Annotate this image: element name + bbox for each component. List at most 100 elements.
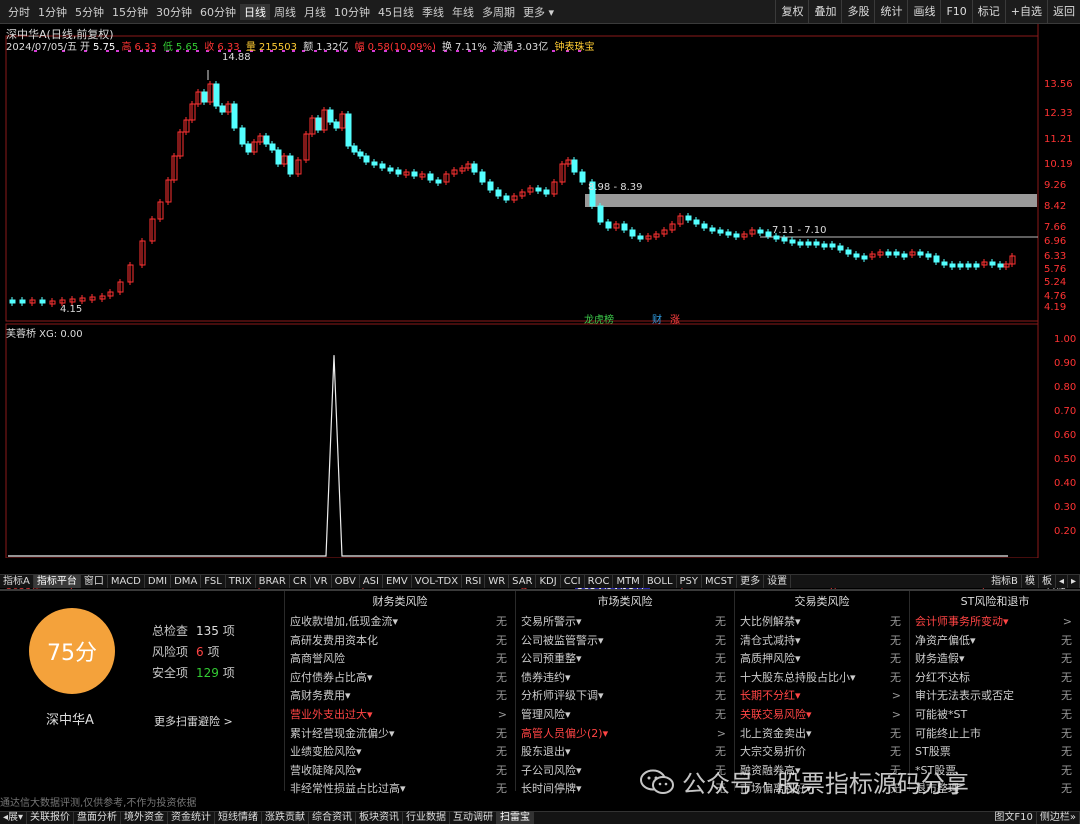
indicator-tab-24[interactable]: MCST: [702, 575, 738, 588]
indicator-tab-12[interactable]: ASI: [360, 575, 383, 588]
tool-button-0[interactable]: 复权: [775, 0, 808, 24]
period-tab-13[interactable]: 多周期: [478, 4, 519, 20]
indicator-right-0[interactable]: 指标B: [988, 575, 1022, 588]
tool-button-4[interactable]: 画线: [907, 0, 940, 24]
tool-button-1[interactable]: 叠加: [808, 0, 841, 24]
tool-button-5[interactable]: F10: [940, 0, 971, 24]
bottom-right-1[interactable]: 侧边栏»: [1037, 812, 1080, 824]
risk-item[interactable]: 营业外支出过大▾ >: [285, 706, 515, 725]
risk-item[interactable]: 债券违约▾ 无: [516, 669, 734, 688]
risk-item[interactable]: 审计无法表示或否定 无: [910, 687, 1080, 706]
bottom-tab-7[interactable]: 综合资讯: [309, 812, 357, 824]
bottom-tab-8[interactable]: 板块资讯: [356, 812, 404, 824]
risk-item[interactable]: 累计经营现金流偏少▾ 无: [285, 725, 515, 744]
indicator-tab-1[interactable]: 指标平台: [33, 575, 81, 588]
bottom-tab-3[interactable]: 境外资金: [121, 812, 169, 824]
indicator-tab-14[interactable]: VOL-TDX: [412, 575, 463, 588]
indicator-tab-11[interactable]: OBV: [332, 575, 360, 588]
bottom-tab-4[interactable]: 资金统计: [168, 812, 216, 824]
bottom-tab-10[interactable]: 互动调研: [450, 812, 498, 824]
period-tab-8[interactable]: 月线: [300, 4, 330, 20]
indicator-tab-23[interactable]: PSY: [677, 575, 703, 588]
indicator-tab-17[interactable]: SAR: [509, 575, 537, 588]
kline-chart-area[interactable]: 深中华A(日线,前复权) 2024/07/05/五开 5.75 高 6.33 低 5.…: [0, 24, 1080, 598]
risk-item[interactable]: 十大股东总持股占比小▾ 无: [735, 669, 909, 688]
indicator-tab-25[interactable]: 更多: [737, 575, 765, 588]
bottom-tab-9[interactable]: 行业数据: [403, 812, 451, 824]
risk-item[interactable]: 非经常性损益占比过高▾ 无: [285, 780, 515, 799]
indicator-tab-15[interactable]: RSI: [462, 575, 486, 588]
risk-item[interactable]: 可能被*ST 无: [910, 706, 1080, 725]
risk-item[interactable]: 公司预重整▾ 无: [516, 650, 734, 669]
risk-item[interactable]: 营收陡降风险▾ 无: [285, 762, 515, 781]
risk-item[interactable]: 可能终止上市 无: [910, 725, 1080, 744]
period-tab-7[interactable]: 周线: [270, 4, 300, 20]
tool-button-3[interactable]: 统计: [874, 0, 907, 24]
risk-item[interactable]: 高研发费用资本化 无: [285, 632, 515, 651]
risk-score-badge[interactable]: 75分: [29, 608, 115, 694]
risk-item[interactable]: 净资产偏低▾ 无: [910, 632, 1080, 651]
period-tab-5[interactable]: 60分钟: [196, 4, 240, 20]
period-tab-0[interactable]: 分时: [4, 4, 34, 20]
indicator-tab-5[interactable]: DMA: [171, 575, 202, 588]
event-tag-0[interactable]: 龙虎榜: [584, 311, 614, 326]
risk-item[interactable]: 高财务费用▾ 无: [285, 687, 515, 706]
tool-button-7[interactable]: +自选: [1004, 0, 1047, 24]
period-tab-4[interactable]: 30分钟: [152, 4, 196, 20]
kline-chart[interactable]: [0, 24, 1080, 558]
indicator-tab-9[interactable]: CR: [290, 575, 311, 588]
period-tab-3[interactable]: 15分钟: [108, 4, 152, 20]
indicator-right-2[interactable]: 板: [1039, 575, 1056, 588]
risk-item[interactable]: 管理风险▾ 无: [516, 706, 734, 725]
period-tab-9[interactable]: 10分钟: [330, 4, 374, 20]
period-tab-1[interactable]: 1分钟: [34, 4, 71, 20]
risk-item[interactable]: 清仓式减持▾ 无: [735, 632, 909, 651]
risk-item[interactable]: 交易所警示▾ 无: [516, 613, 734, 632]
period-tab-10[interactable]: 45日线: [374, 4, 418, 20]
indicator-right-4[interactable]: ▸: [1068, 575, 1080, 588]
risk-item[interactable]: 分红不达标 无: [910, 669, 1080, 688]
tool-button-2[interactable]: 多股: [841, 0, 874, 24]
risk-item[interactable]: 会计师事务所变动▾ >: [910, 613, 1080, 632]
risk-item[interactable]: 分析师评级下调▾ 无: [516, 687, 734, 706]
risk-item[interactable]: 大比例解禁▾ 无: [735, 613, 909, 632]
bottom-tab-5[interactable]: 短线情绪: [215, 812, 263, 824]
bottom-right-0[interactable]: 图文F10: [991, 812, 1037, 824]
risk-item[interactable]: 业绩变脸风险▾ 无: [285, 743, 515, 762]
indicator-tab-22[interactable]: BOLL: [644, 575, 677, 588]
indicator-tab-26[interactable]: 设置: [764, 575, 792, 588]
bottom-tab-6[interactable]: 涨跌贡献: [262, 812, 310, 824]
indicator-tab-0[interactable]: 指标A: [0, 575, 34, 588]
tool-button-8[interactable]: 返回: [1047, 0, 1080, 24]
indicator-right-1[interactable]: 模: [1022, 575, 1039, 588]
risk-item[interactable]: ST股票 无: [910, 743, 1080, 762]
period-tab-2[interactable]: 5分钟: [71, 4, 108, 20]
event-tag-2[interactable]: 涨: [670, 311, 680, 326]
tool-button-6[interactable]: 标记: [971, 0, 1005, 24]
indicator-tab-19[interactable]: CCI: [561, 575, 585, 588]
indicator-tab-13[interactable]: EMV: [383, 575, 412, 588]
period-tab-11[interactable]: 季线: [418, 4, 448, 20]
more-risk-link[interactable]: 更多扫雷避险 >: [154, 713, 233, 729]
risk-item[interactable]: 长期不分红▾ >: [735, 687, 909, 706]
bottom-tab-2[interactable]: 盘面分析: [74, 812, 122, 824]
risk-item[interactable]: 应收款增加,低现金流▾ 无: [285, 613, 515, 632]
indicator-tab-6[interactable]: FSL: [201, 575, 226, 588]
indicator-tab-10[interactable]: VR: [311, 575, 332, 588]
indicator-tab-21[interactable]: MTM: [613, 575, 644, 588]
indicator-tab-8[interactable]: BRAR: [256, 575, 290, 588]
event-tag-1[interactable]: 财: [652, 311, 662, 326]
risk-item[interactable]: 大宗交易折价 无: [735, 743, 909, 762]
period-tab-14[interactable]: 更多 ▾: [519, 4, 558, 20]
indicator-tab-3[interactable]: MACD: [108, 575, 145, 588]
indicator-tab-16[interactable]: WR: [485, 575, 510, 588]
bottom-tab-1[interactable]: 关联报价: [27, 812, 75, 824]
bottom-tab-11[interactable]: 扫雷宝: [497, 812, 535, 824]
indicator-tab-2[interactable]: 窗口: [81, 575, 108, 588]
risk-item[interactable]: 关联交易风险▾ >: [735, 706, 909, 725]
risk-item[interactable]: 高质押风险▾ 无: [735, 650, 909, 669]
risk-item[interactable]: 股东退出▾ 无: [516, 743, 734, 762]
indicator-tab-18[interactable]: KDJ: [536, 575, 561, 588]
period-tab-12[interactable]: 年线: [448, 4, 478, 20]
risk-item[interactable]: 北上资金卖出▾ 无: [735, 725, 909, 744]
